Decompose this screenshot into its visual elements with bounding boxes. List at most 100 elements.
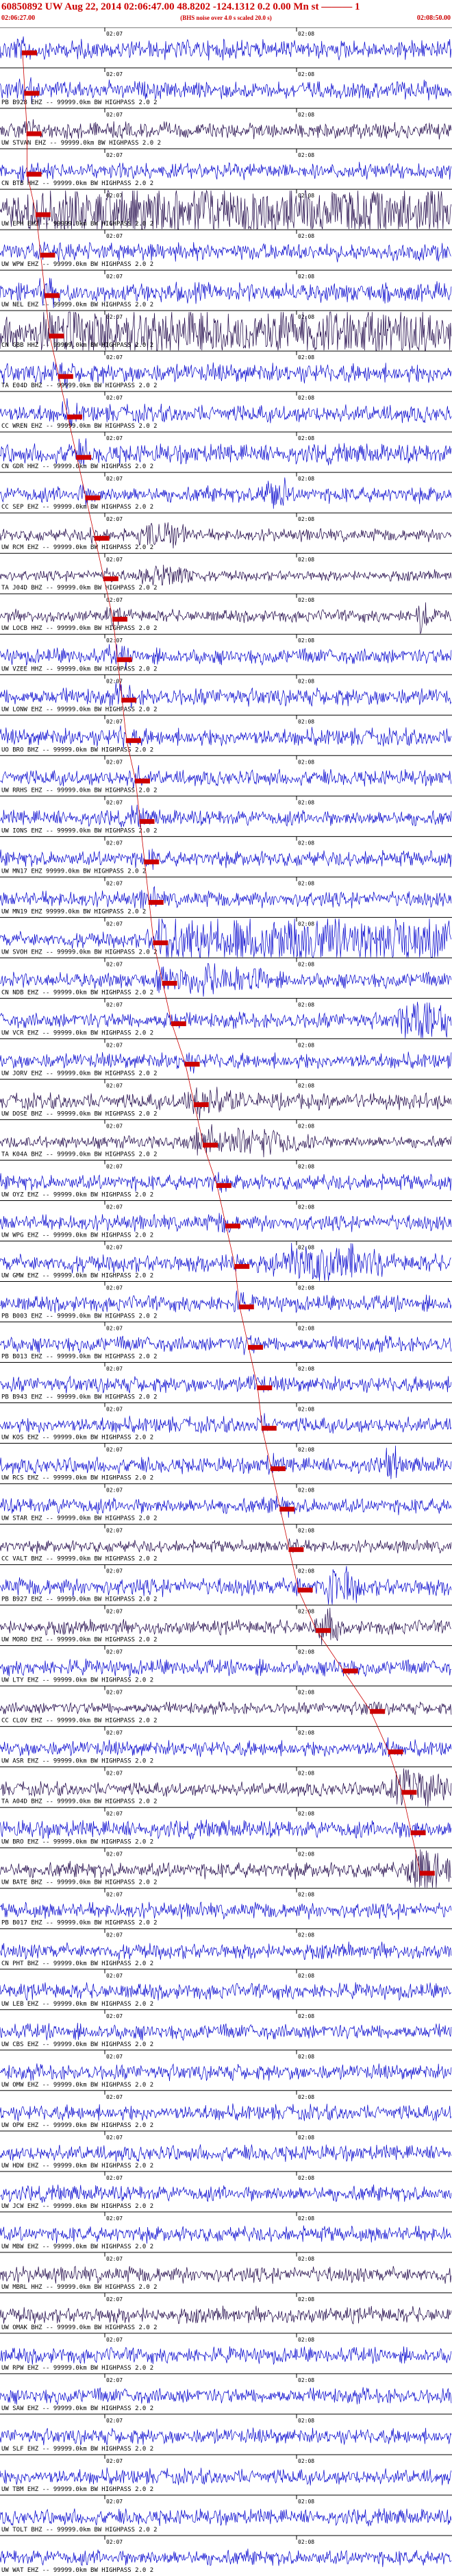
time-tick-label: 02:07: [106, 637, 123, 644]
time-tick-label: 02:07: [106, 1851, 123, 1858]
arrival-pick-marker: [121, 697, 137, 703]
channel-label: UW EPH EHZ -- 99999.0km BW HIGHPASS 2.0 …: [1, 221, 153, 228]
waveform-trace: [0, 1290, 452, 1313]
arrival-pick-marker: [45, 293, 60, 298]
channel-label: PB B927 EHZ -- 99999.0km BW HIGHPASS 2.0…: [1, 1596, 158, 1603]
channel-row: 02:07 02:08 UW STAR EHZ -- 99999.0km BW HI…: [0, 1483, 452, 1522]
channel-label: UW OMAK BHZ -- 99999.0km BW HIGHPASS 2.0…: [1, 2324, 158, 2331]
time-tick-label: 02:08: [298, 2013, 314, 2019]
channel-label: UW MN19 EHZ 99999.0km BW HIGHPASS 2.0 2: [1, 908, 146, 915]
arrival-pick-marker: [184, 1061, 200, 1067]
time-tick-label: 02:08: [298, 435, 314, 441]
time-tick-label: 02:08: [298, 2296, 314, 2302]
time-tick-label: 02:07: [106, 1771, 123, 1777]
channel-row: 02:07 02:08 CC SEP EHZ -- 99999.0km BW HIG…: [0, 472, 452, 511]
channel-row: 02:07 02:08 UW RRHS EHZ -- 99999.0km BW HI…: [0, 755, 452, 794]
channel-label: UW VZEE HHZ -- 99999.0km BW HIGHPASS 2.0…: [1, 666, 158, 672]
time-tick-label: 02:07: [106, 1042, 123, 1048]
time-tick-label: 02:08: [298, 1001, 314, 1008]
time-tick-label: 02:08: [298, 1285, 314, 1291]
channel-row: 02:07 02:08 UW KOS EHZ -- 99999.0km BW HIG…: [0, 1402, 452, 1442]
time-tick-label: 02:08: [298, 597, 314, 603]
time-tick-label: 02:08: [298, 637, 314, 644]
arrival-pick-marker: [67, 414, 82, 420]
channel-label: UW BATE BHZ -- 99999.0km BW HIGHPASS 2.0…: [1, 1880, 158, 1886]
channel-label: UW MBRL HHZ -- 99999.0km BW HIGHPASS 2.0…: [1, 2284, 158, 2291]
channel-label: UW VCR EHZ -- 99999.0km BW HIGHPASS 2.0 …: [1, 1030, 153, 1036]
time-tick-label: 02:08: [298, 880, 314, 886]
time-tick-label: 02:08: [298, 1690, 314, 1696]
time-tick-label: 02:08: [298, 799, 314, 805]
waveform-trace: [0, 2225, 452, 2244]
channel-label: UW LOCB HHZ -- 99999.0km BW HIGHPASS 2.0…: [1, 625, 158, 632]
channel-row: 02:07 02:08 UO BRO BHZ -- 99999.0km BW HIG…: [0, 714, 452, 753]
channel-row: 02:07 02:08 UW MBW EHZ -- 99999.0km BW HIG…: [0, 2211, 452, 2250]
channel-label: UW LEB EHZ -- 99999.0km BW HIGHPASS 2.0 …: [1, 2001, 153, 2008]
arrival-pick-marker: [297, 1588, 313, 1593]
time-tick-label: 02:08: [298, 516, 314, 522]
seismogram-record-section: 02:07 02:08 02:07 02:08 PB B928 EHZ -- 99999…: [0, 27, 452, 2576]
channel-row: 02:07 02:08 UW TBM EHZ -- 99999.0km BW HIG…: [0, 2454, 452, 2493]
arrival-pick-marker: [171, 1021, 186, 1026]
channel-row: 02:07 02:08 CC CLOV EHZ -- 99999.0km BW HI…: [0, 1686, 452, 1725]
channel-label: UW WAT EHZ -- 99999.0km BW HIGHPASS 2.0 …: [1, 2567, 153, 2574]
time-tick-label: 02:07: [106, 1487, 123, 1494]
time-tick-label: 02:07: [106, 961, 123, 967]
time-tick-label: 02:08: [298, 2054, 314, 2060]
time-tick-label: 02:07: [106, 193, 123, 199]
waveform-trace: [0, 1901, 452, 1920]
channel-label: CN GBB HHZ -- 99999.0km BW HIGHPASS 2.0 …: [1, 342, 153, 349]
time-tick-label: 02:08: [298, 274, 314, 280]
arrival-pick-marker: [148, 899, 164, 905]
time-tick-label: 02:08: [298, 2215, 314, 2222]
arrival-pick-marker: [248, 1345, 263, 1350]
channel-row: 02:07 02:08 UW TOLT BHZ -- 99999.0km BW HI…: [0, 2494, 452, 2534]
channel-label: UW OYZ EHZ -- 99999.0km BW HIGHPASS 2.0 …: [1, 1191, 153, 1198]
arrival-pick-marker: [401, 1790, 417, 1795]
arrival-pick-marker: [388, 1749, 403, 1755]
time-tick-label: 02:07: [106, 2377, 123, 2383]
channel-row: 02:07 02:08 UW SAW EHZ -- 99999.0km BW HIG…: [0, 2373, 452, 2412]
channel-label: CC SEP EHZ -- 99999.0km BW HIGHPASS 2.0 …: [1, 504, 153, 511]
time-tick-label: 02:07: [106, 2418, 123, 2424]
channel-label: UW KOS EHZ -- 99999.0km BW HIGHPASS 2.0 …: [1, 1435, 153, 1442]
channel-row: 02:07 02:08 UW WAT EHZ -- 99999.0km BW HIG…: [0, 2535, 452, 2574]
channel-row: 02:07 02:08 UW OMW EHZ -- 99999.0km BW HIG…: [0, 2050, 452, 2089]
channel-label: CC WREN EHZ -- 99999.0km BW HIGHPASS 2.0…: [1, 423, 158, 430]
time-tick-label: 02:08: [298, 476, 314, 482]
arrival-pick-marker: [112, 616, 127, 622]
time-tick-label: 02:07: [106, 1082, 123, 1089]
time-tick-label: 02:07: [106, 2458, 123, 2464]
arrival-pick-marker: [279, 1507, 295, 1512]
time-tick-label: 02:08: [298, 2135, 314, 2141]
channel-row: 02:07 02:08 TA K04A BHZ -- 99999.0km BW HI…: [0, 1119, 452, 1158]
waveform-trace: [0, 725, 452, 749]
time-tick-label: 02:07: [106, 1730, 123, 1736]
waveform-trace: [0, 2508, 452, 2527]
channel-row: 02:07 02:08 TA J04D BHZ -- 99999.0km BW HI…: [0, 552, 452, 592]
channel-row: 02:07 02:08 UW BATE BHZ -- 99999.0km BW HI…: [0, 1847, 452, 1888]
time-tick-label: 02:07: [106, 1204, 123, 1210]
time-tick-label: 02:07: [106, 2013, 123, 2019]
channel-row: 02:07 02:08 UW CBS EHZ -- 99999.0km BW HIG…: [0, 2009, 452, 2048]
time-tick-label: 02:07: [106, 718, 123, 725]
channel-label: UW HDW EHZ -- 99999.0km BW HIGHPASS 2.0 …: [1, 2163, 153, 2170]
waveform-trace: [0, 2305, 452, 2324]
time-tick-label: 02:07: [106, 921, 123, 927]
time-tick-label: 02:07: [106, 759, 123, 765]
time-tick-label: 02:08: [298, 2539, 314, 2545]
channel-label: UW OMW EHZ -- 99999.0km BW HIGHPASS 2.0 …: [1, 2082, 153, 2089]
channel-label: UO BRO BHZ -- 99999.0km BW HIGHPASS 2.0 …: [1, 746, 153, 753]
channel-label: UW TOLT BHZ -- 99999.0km BW HIGHPASS 2.0…: [1, 2527, 158, 2534]
channel-label: CN NDB EHZ -- 99999.0km BW HIGHPASS 2.0 …: [1, 989, 153, 996]
time-tick-label: 02:08: [298, 2377, 314, 2383]
time-tick-label: 02:08: [298, 233, 314, 239]
time-tick-label: 02:07: [106, 1932, 123, 1939]
channel-label: TA A04D BHZ -- 99999.0km BW HIGHPASS 2.0…: [1, 1799, 158, 1806]
time-tick-label: 02:08: [298, 1932, 314, 1939]
channel-row: 02:07 02:08 PB B017 EHZ -- 99999.0km BW HI…: [0, 1888, 452, 1927]
time-tick-label: 02:08: [298, 1123, 314, 1129]
time-tick-label: 02:07: [106, 1811, 123, 1817]
time-tick-label: 02:08: [298, 718, 314, 725]
channel-row: 02:07 02:08 UW OPW EHZ -- 99999.0km BW HIG…: [0, 2090, 452, 2129]
